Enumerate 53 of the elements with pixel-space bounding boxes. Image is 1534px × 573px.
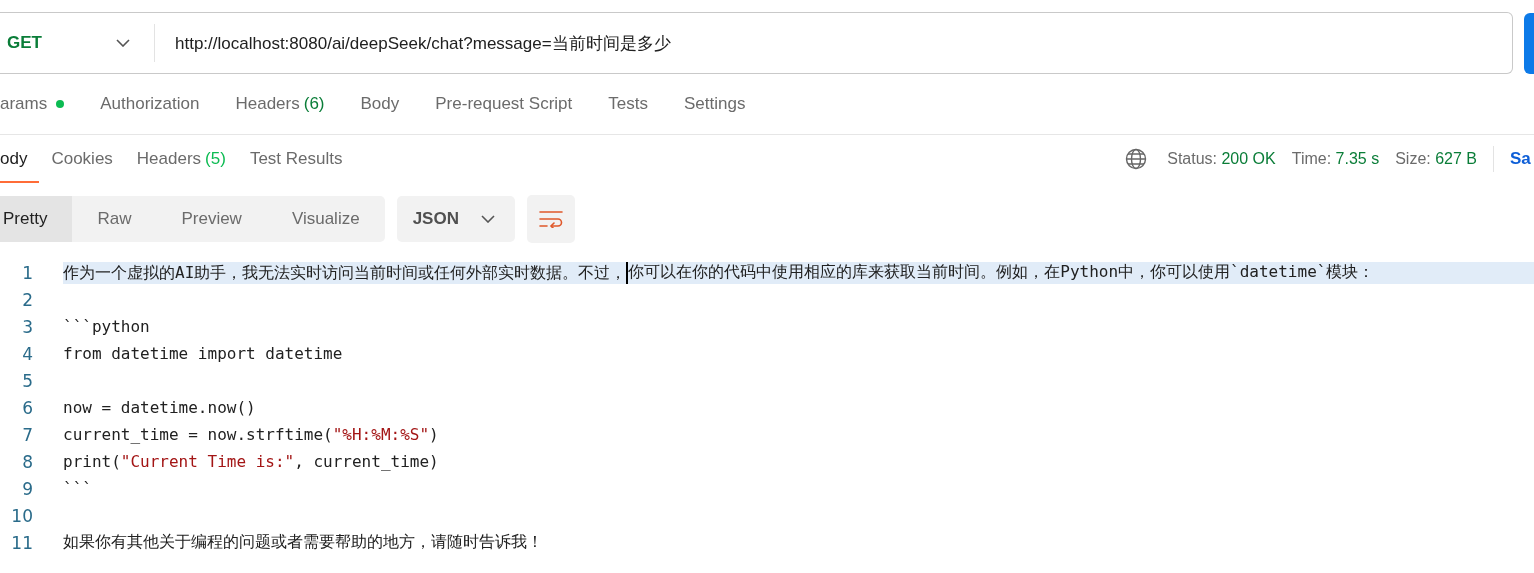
line-number: 3 [21, 316, 33, 337]
line-number: 6 [21, 397, 33, 418]
code-text: , current_time) [294, 452, 439, 471]
line-number: 10 [10, 505, 33, 526]
response-tab[interactable]: Headers (5) [124, 135, 238, 183]
code-text: ) [429, 425, 439, 444]
line-number: 7 [21, 424, 33, 445]
view-mode-tab[interactable]: Visualize [266, 196, 385, 242]
request-tab[interactable]: Tests [590, 86, 666, 122]
wrap-lines-icon [538, 210, 563, 228]
code-text: ```python [63, 317, 150, 336]
code-text: 如果你有其他关于编程的问题或者需要帮助的地方，请随时告诉我！ [63, 532, 543, 553]
request-tab[interactable]: Body [342, 86, 418, 122]
line-number: 4 [21, 343, 33, 364]
code-text: "Current Time is:" [120, 452, 295, 471]
view-mode-tab[interactable]: Pretty [0, 196, 73, 242]
format-select[interactable]: JSON [396, 196, 515, 242]
code-text: now = datetime.now() [63, 398, 256, 417]
response-tab[interactable]: Test Results [237, 135, 355, 183]
line-number: 8 [21, 451, 33, 472]
status-dot-icon [56, 100, 65, 108]
request-tab[interactable]: Authorization [82, 86, 218, 122]
code-text: "%H:%M:%S" [332, 425, 430, 444]
response-stat: Status: 200 OK [1167, 150, 1276, 168]
request-tab[interactable]: Headers (6) [217, 86, 343, 122]
request-tab[interactable]: Pre-request Script [417, 86, 591, 122]
wrap-button[interactable] [526, 195, 575, 243]
line-number: 9 [21, 478, 33, 499]
view-mode-tab[interactable]: Preview [156, 196, 267, 242]
url-field[interactable]: http://localhost:8080/ai/deepSeek/chat?message=当前时间是多少 [155, 31, 671, 55]
line-number: 1 [21, 262, 33, 283]
response-tab[interactable]: Cookies [39, 135, 125, 183]
method-select[interactable]: GET [0, 24, 155, 62]
code-text: 你可以在你的代码中使用相应的库来获取当前时间。例如，在Python中，你可以使用`datetime`模块： [628, 262, 1375, 283]
code-text: 作为一个虚拟的AI助手，我无法实时访问当前时间或任何外部实时数据。不过， [63, 261, 629, 284]
code-text: ``` [63, 479, 92, 498]
response-tab[interactable]: ody [0, 135, 40, 183]
send-button[interactable] [1524, 12, 1534, 74]
code-text: from datetime import datetime [63, 344, 343, 363]
globe-icon[interactable] [1125, 148, 1148, 170]
save-link[interactable]: Sa [1510, 149, 1534, 169]
request-tab[interactable]: arams [0, 86, 83, 122]
response-stat: Size: 627 B [1395, 150, 1477, 168]
chevron-down-icon [116, 39, 130, 47]
line-number: 2 [21, 289, 33, 310]
code-text: print( [63, 452, 121, 471]
line-number: 11 [10, 532, 33, 553]
line-number: 5 [21, 370, 33, 391]
request-tab[interactable]: Settings [665, 86, 764, 122]
chevron-down-icon [480, 215, 495, 223]
code-text: current_time = now.strftime( [63, 425, 333, 444]
response-stat: Time: 7.35 s [1291, 150, 1380, 168]
view-mode-tab[interactable]: Raw [72, 196, 157, 242]
